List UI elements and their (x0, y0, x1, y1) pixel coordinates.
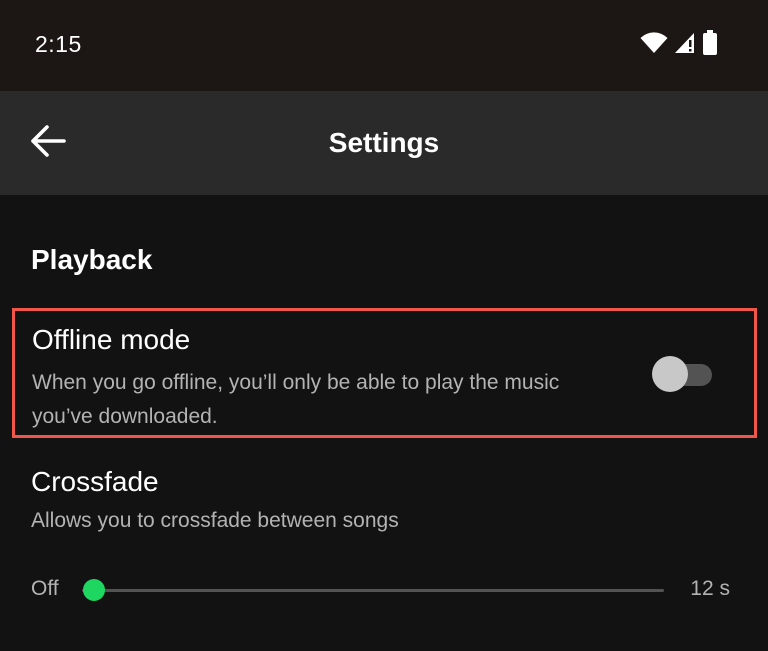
section-title-playback: Playback (31, 244, 153, 275)
slider-track (82, 589, 664, 592)
crossfade-slider[interactable] (82, 578, 664, 604)
page-title: Settings (328, 127, 440, 158)
status-time: 2:15 (35, 31, 82, 57)
offline-mode-description: When you go offline, you’ll only be able… (32, 371, 560, 428)
wifi-icon (640, 31, 668, 59)
cell-signal-icon (674, 32, 696, 59)
toggle-thumb (652, 356, 688, 392)
crossfade-min-label: Off (31, 577, 59, 600)
crossfade-title: Crossfade (31, 466, 159, 497)
offline-mode-setting: Offline mode When you go offline, you’ll… (12, 308, 757, 438)
status-bar: 2:15 (0, 0, 768, 91)
app-bar: Settings (0, 91, 768, 195)
crossfade-description: Allows you to crossfade between songs (31, 509, 399, 532)
slider-thumb[interactable] (82, 579, 105, 601)
offline-mode-title: Offline mode (32, 324, 191, 355)
battery-icon (702, 29, 718, 61)
status-icons (640, 29, 718, 61)
offline-mode-toggle[interactable] (652, 355, 714, 393)
crossfade-max-label: 12 s (690, 577, 730, 600)
